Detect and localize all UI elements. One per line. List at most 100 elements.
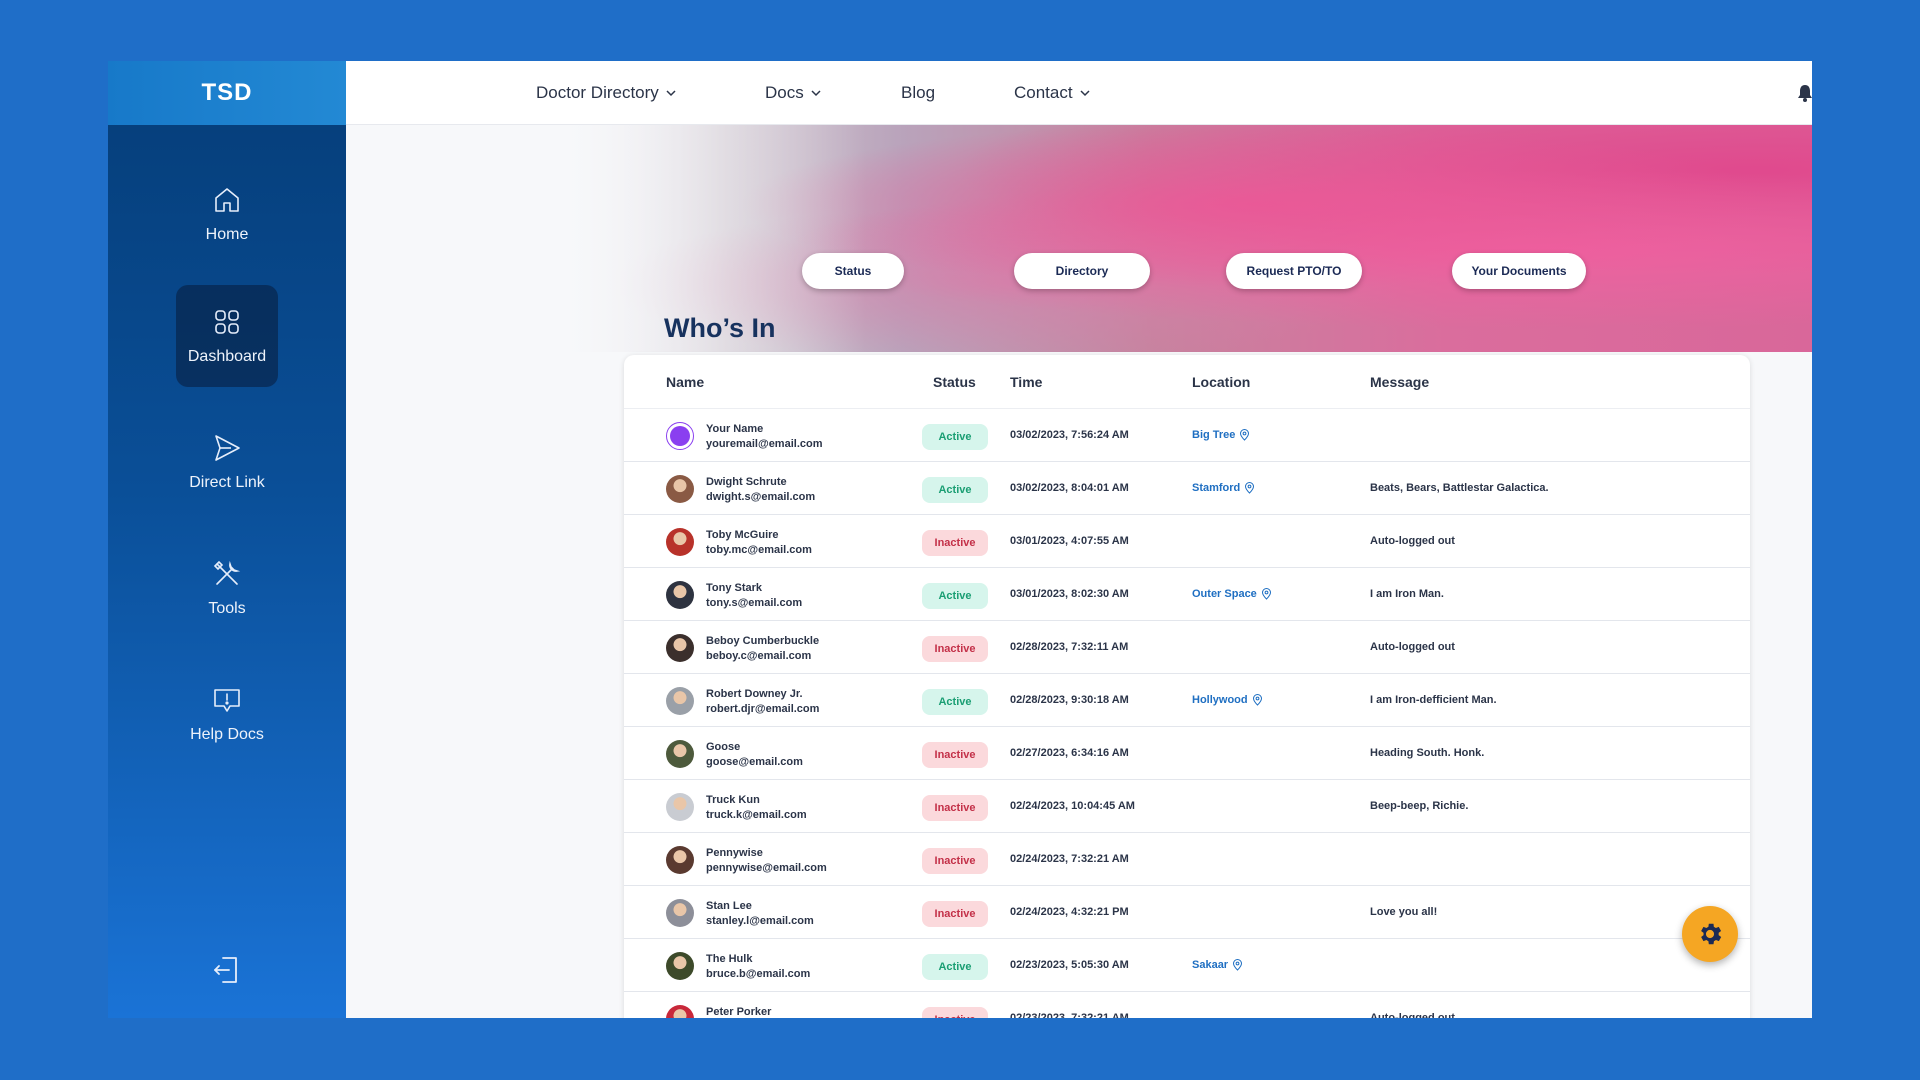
table-row[interactable]: Goose goose@email.com Inactive 02/27/2023, … xyxy=(624,727,1750,780)
send-icon xyxy=(215,435,240,461)
nav-label: Blog xyxy=(901,83,936,102)
user-email: goose@email.com xyxy=(706,756,803,768)
table-row[interactable]: Robert Downey Jr. robert.djr@email.com Act… xyxy=(624,674,1750,727)
location-pin-icon xyxy=(1261,588,1271,600)
help-icon xyxy=(214,689,240,712)
table-row[interactable]: Peter Porkerpeter.p@email.comInactive02/… xyxy=(624,992,1750,1018)
avatar xyxy=(666,581,694,609)
time-value: 03/01/2023, 8:02:30 AM xyxy=(1010,588,1129,600)
user-name: Dwight Schrute xyxy=(706,476,787,488)
sidebar-item-direct-link[interactable]: Direct Link xyxy=(176,411,278,513)
sidebar-item-label: Tools xyxy=(208,600,246,617)
time-value: 03/01/2023, 4:07:55 AM xyxy=(1010,535,1129,547)
logout-icon[interactable] xyxy=(210,953,244,987)
table-row[interactable]: Stan Lee stanley.l@email.com Inactive 02/24… xyxy=(624,886,1750,939)
time-value: 03/02/2023, 8:04:01 AM xyxy=(1010,482,1129,494)
message-text: Heading South. Honk. xyxy=(1370,747,1485,759)
location-link[interactable]: Big Tree xyxy=(1192,429,1250,441)
location-link[interactable]: Sakaar xyxy=(1192,959,1243,971)
time-value: 02/24/2023, 7:32:21 AM xyxy=(1010,853,1129,865)
table-row[interactable]: The Hulk bruce.b@email.com Active 02/23/202… xyxy=(624,939,1750,992)
column-header-status[interactable]: Status xyxy=(933,374,976,390)
status-badge: Inactive xyxy=(922,848,988,874)
status-badge: Inactive xyxy=(922,742,988,768)
message-text: Beep-beep, Richie. xyxy=(1370,800,1469,812)
user-name: Toby McGuire xyxy=(706,529,779,541)
user-email: youremail@email.com xyxy=(706,438,823,450)
location-pin-icon xyxy=(1240,429,1250,441)
nav-blog[interactable]: Blog xyxy=(901,61,935,125)
bell-icon[interactable] xyxy=(1795,83,1812,103)
top-navbar: Doctor Directory Docs Blog Contact A xyxy=(346,61,1812,125)
avatar xyxy=(666,422,694,450)
nav-label: Doctor Directory xyxy=(536,83,659,102)
pill-directory[interactable]: Directory xyxy=(1014,253,1150,289)
sidebar-item-label: Help Docs xyxy=(190,726,264,743)
message-text: I am Iron Man. xyxy=(1370,588,1444,600)
pill-request-pto[interactable]: Request PTO/TO xyxy=(1226,253,1362,289)
location-label: Outer Space xyxy=(1192,588,1257,600)
user-email: toby.mc@email.com xyxy=(706,544,812,556)
avatar xyxy=(666,634,694,662)
sidebar-item-dashboard[interactable]: Dashboard xyxy=(176,285,278,387)
user-email: pennywise@email.com xyxy=(706,862,827,874)
status-badge: Active xyxy=(922,477,988,503)
settings-fab[interactable] xyxy=(1682,906,1738,962)
table-row[interactable]: Tony Stark tony.s@email.com Active 03/01/20… xyxy=(624,568,1750,621)
table-row[interactable]: Dwight Schrute dwight.s@email.com Active 03… xyxy=(624,462,1750,515)
pill-status[interactable]: Status xyxy=(802,253,904,289)
chevron-down-icon xyxy=(1080,90,1090,97)
message-text: Auto-logged out xyxy=(1370,641,1455,653)
table-row[interactable]: Truck Kun truck.k@email.com Inactive 02/24/… xyxy=(624,780,1750,833)
nav-doctor-directory[interactable]: Doctor Directory xyxy=(536,61,677,125)
avatar xyxy=(666,1005,694,1018)
user-email: dwight.s@email.com xyxy=(706,491,816,503)
location-link[interactable]: Outer Space xyxy=(1192,588,1272,600)
avatar xyxy=(666,952,694,980)
location-label: Sakaar xyxy=(1192,959,1229,971)
sidebar-item-label: Home xyxy=(205,226,249,243)
table-row[interactable]: Toby McGuire toby.mc@email.com Inactive 03/… xyxy=(624,515,1750,568)
avatar xyxy=(666,687,694,715)
table-row[interactable]: Your Name youremail@email.com Active 03/02/… xyxy=(624,409,1750,462)
user-name: Peter Porker xyxy=(706,1006,772,1018)
status-badge: Active xyxy=(922,424,988,450)
nav-contact[interactable]: Contact xyxy=(1014,61,1091,125)
avatar xyxy=(666,846,694,874)
sidebar-item-label: Direct Link xyxy=(189,474,265,491)
location-link[interactable]: Stamford xyxy=(1192,482,1255,494)
hero-banner: Status Directory Request PTO/TO Your Doc… xyxy=(346,125,1812,352)
message-text: I am Iron-defficient Man. xyxy=(1370,694,1497,706)
time-value: 02/23/2023, 5:05:30 AM xyxy=(1010,959,1129,971)
status-badge: Active xyxy=(922,583,988,609)
brand-text: TSD xyxy=(201,79,253,106)
brand-logo[interactable]: TSD xyxy=(108,61,346,125)
location-label: Hollywood xyxy=(1192,694,1248,706)
time-value: 02/24/2023, 4:32:21 PM xyxy=(1010,906,1129,918)
status-badge: Active xyxy=(922,954,988,980)
sidebar-item-tools[interactable]: Tools xyxy=(176,537,278,639)
status-badge: Inactive xyxy=(922,795,988,821)
location-label: Stamford xyxy=(1192,482,1241,494)
column-header-time[interactable]: Time xyxy=(1010,374,1042,390)
location-link[interactable]: Hollywood xyxy=(1192,694,1263,706)
location-pin-icon xyxy=(1245,482,1255,494)
user-name: Truck Kun xyxy=(706,794,760,806)
user-name: Your Name xyxy=(706,423,764,435)
sidebar-item-label: Dashboard xyxy=(187,348,267,365)
whos-in-table: Name Status Time Location Message Your N… xyxy=(624,355,1750,1018)
table-row[interactable]: Pennywise pennywise@email.com Inactive 02/2… xyxy=(624,833,1750,886)
location-pin-icon xyxy=(1233,959,1243,971)
status-badge: Inactive xyxy=(922,901,988,927)
column-header-location[interactable]: Location xyxy=(1192,374,1250,390)
home-icon xyxy=(215,188,239,212)
table-row[interactable]: Beboy Cumberbuckle beboy.c@email.com Inact… xyxy=(624,621,1750,674)
gear-icon xyxy=(1701,923,1722,945)
column-header-name[interactable]: Name xyxy=(666,374,704,390)
sidebar-item-help-docs[interactable]: Help Docs xyxy=(176,663,278,765)
column-header-message[interactable]: Message xyxy=(1370,374,1429,390)
sidebar-item-home[interactable]: Home xyxy=(176,163,278,265)
pill-your-documents[interactable]: Your Documents xyxy=(1452,253,1586,289)
nav-docs[interactable]: Docs xyxy=(765,61,822,125)
avatar xyxy=(666,899,694,927)
